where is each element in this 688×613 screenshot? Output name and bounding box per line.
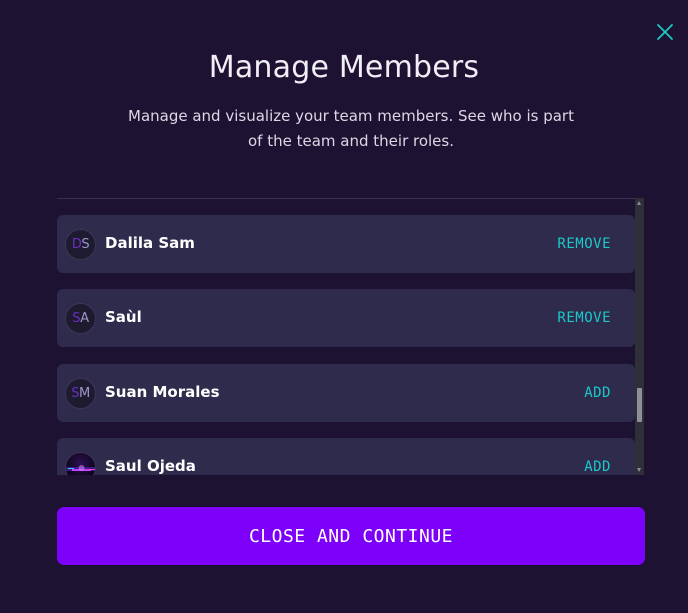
member-row-saul: SA Saùl REMOVE xyxy=(57,289,635,347)
scroll-down-arrow-icon[interactable] xyxy=(637,468,641,472)
avatar: SA xyxy=(65,303,96,334)
modal-subtitle-line1: Manage and visualize your team members. … xyxy=(128,107,574,125)
member-name: Saul Ojeda xyxy=(105,457,196,475)
remove-member-button[interactable]: REMOVE xyxy=(557,236,611,252)
avatar: SM xyxy=(65,378,96,409)
close-icon[interactable] xyxy=(656,23,674,41)
avatar: DS xyxy=(65,229,96,260)
member-row-suan-morales: SM Suan Morales ADD xyxy=(57,364,635,422)
close-icon-graphic xyxy=(657,24,673,40)
add-member-button[interactable]: ADD xyxy=(584,459,611,475)
avatar-photo xyxy=(65,452,96,475)
member-row-saul-ojeda: Saul Ojeda ADD xyxy=(57,438,635,475)
members-list[interactable]: DS Dalila Sam REMOVE SA Saùl REMOVE SM S… xyxy=(57,198,644,475)
add-member-button[interactable]: ADD xyxy=(584,385,611,401)
member-name: Dalila Sam xyxy=(105,234,195,252)
close-and-continue-button[interactable]: CLOSE AND CONTINUE xyxy=(57,507,645,565)
avatar-initial-1: S xyxy=(71,386,80,401)
member-name: Suan Morales xyxy=(105,383,220,401)
modal-title: Manage Members xyxy=(208,50,480,85)
member-name: Saùl xyxy=(105,308,142,326)
modal-subtitle-line2: of the team and their roles. xyxy=(248,132,454,150)
scroll-thumb[interactable] xyxy=(637,388,642,422)
avatar-initial-1: D xyxy=(71,237,82,252)
avatar-initial-2: M xyxy=(79,386,90,401)
avatar-initial-2: A xyxy=(80,311,89,326)
list-divider xyxy=(57,198,635,199)
avatar-initial-2: S xyxy=(81,237,90,252)
member-row-dalila-sam: DS Dalila Sam REMOVE xyxy=(57,215,635,273)
scroll-up-arrow-icon[interactable] xyxy=(637,201,641,205)
manage-members-modal: Manage Members Manage and visualize your… xyxy=(0,0,688,613)
list-scrollbar[interactable] xyxy=(635,198,644,475)
remove-member-button[interactable]: REMOVE xyxy=(557,310,611,326)
modal-subtitle: Manage and visualize your team members. … xyxy=(110,104,592,154)
avatar-photo-graphic xyxy=(66,465,95,471)
